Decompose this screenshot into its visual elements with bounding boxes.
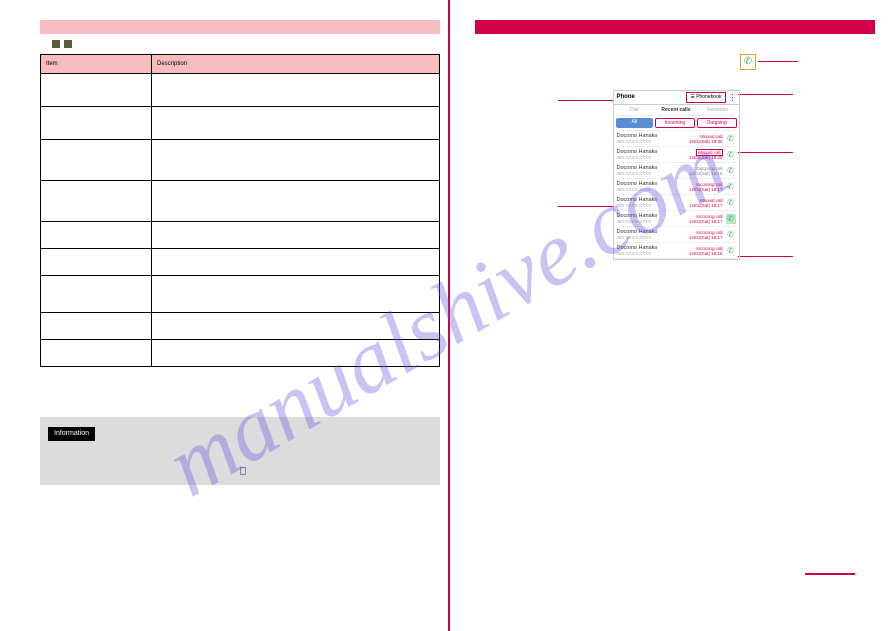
table-cell (152, 313, 440, 340)
table-cell (152, 74, 440, 107)
call-row[interactable]: Docomo Hanako 080-XXXX-XXXX Incoming cal… (614, 243, 739, 259)
table-cell (41, 249, 152, 276)
call-row[interactable]: Docomo Hanako 080-XXXX-XXXX Missed call1… (614, 131, 739, 147)
phone-mock-wrapper: Phone ☰ Phonebook ⋮ Dial Recent calls Fa… (613, 90, 738, 260)
call-number: 080-XXXX-XXXX (617, 251, 689, 256)
tab-recent[interactable]: Recent calls (655, 105, 697, 115)
phone-titlebar: Phone ☰ Phonebook ⋮ (614, 91, 739, 105)
phone-mockup: Phone ☰ Phonebook ⋮ Dial Recent calls Fa… (613, 90, 740, 260)
info-title: Information (48, 427, 95, 441)
table-cell (152, 222, 440, 249)
phonebook-button[interactable]: ☰ Phonebook (686, 92, 725, 103)
call-info: Docomo Hanako 080-XXXX-XXXX (617, 197, 689, 208)
th-desc: Description (152, 55, 440, 74)
table-cell (41, 340, 152, 367)
phone-title: Phone (614, 91, 686, 104)
table-cell (152, 140, 440, 181)
call-info: Docomo Hanako 080-XXXX-XXXX (617, 149, 689, 160)
call-dial-icon[interactable]: ✆ (726, 198, 736, 208)
anno-line (558, 100, 613, 101)
tab-dial[interactable]: Dial (614, 105, 656, 115)
table-cell (41, 222, 152, 249)
filter-incoming[interactable]: Incoming (655, 118, 695, 128)
table-cell (41, 276, 152, 313)
menu-icon[interactable]: ⋮ (727, 91, 739, 104)
tab-favorites[interactable]: Favorites (697, 105, 739, 115)
table-cell (152, 181, 440, 222)
call-info: Docomo Hanako 080-XXXX-XXXX (617, 229, 689, 240)
table-cell (41, 74, 152, 107)
call-info: Docomo Hanako 080-XXXX-XXXX (617, 133, 689, 144)
table-cell (41, 140, 152, 181)
call-row[interactable]: Docomo Hanako 080-XXXX-XXXX Incoming cal… (614, 211, 739, 227)
call-row[interactable]: Docomo Hanako 080-XXXX-XXXX Missed call1… (614, 147, 739, 163)
page-divider (448, 0, 450, 631)
call-info: Docomo Hanako 080-XXXX-XXXX (617, 165, 689, 176)
call-row[interactable]: Docomo Hanako 080-XXXX-XXXX Outgoing cal… (614, 163, 739, 179)
anno-line (738, 94, 793, 95)
info-box: Information (40, 417, 440, 485)
phone-app-icon[interactable]: ✆ (740, 54, 756, 70)
call-meta: Missed call12/01(Sat) 18:25 (689, 150, 726, 160)
call-number: 080-XXXX-XXXX (617, 171, 689, 176)
call-info: Docomo Hanako 080-XXXX-XXXX (617, 245, 689, 256)
settings-table: Item Description (40, 54, 440, 367)
anno-line (738, 256, 793, 257)
table-cell (152, 340, 440, 367)
anno-line (558, 206, 613, 207)
call-number: 080-XXXX-XXXX (617, 235, 689, 240)
table-cell (152, 107, 440, 140)
call-dial-icon[interactable]: ✆ (726, 230, 736, 240)
call-meta: Outgoing call12/01(Sat) 18:19 (689, 166, 726, 176)
call-meta: Missed call12/01(Sat) 18:17 (689, 198, 726, 208)
small-icon (240, 467, 246, 475)
filter-all[interactable]: All (616, 118, 654, 128)
call-dial-icon[interactable]: ✆ (726, 246, 736, 256)
call-number: 080-XXXX-XXXX (617, 203, 689, 208)
icon-box-1 (52, 40, 60, 48)
table-cell (152, 249, 440, 276)
icon-box-2 (64, 40, 72, 48)
call-number: 080-XXXX-XXXX (617, 139, 689, 144)
call-meta: Missed call12/01(Sat) 18:30 (689, 134, 726, 144)
call-number: 080-XXXX-XXXX (617, 187, 689, 192)
table-cell (152, 276, 440, 313)
call-row[interactable]: Docomo Hanako 080-XXXX-XXXX Incoming cal… (614, 179, 739, 195)
call-row[interactable]: Docomo Hanako 080-XXXX-XXXX Missed call1… (614, 195, 739, 211)
call-list: Docomo Hanako 080-XXXX-XXXX Missed call1… (614, 131, 739, 259)
th-item: Item (41, 55, 152, 74)
call-dial-icon[interactable]: ✆ (726, 182, 736, 192)
anno-line (738, 152, 793, 153)
table-cell (41, 107, 152, 140)
table-cell (41, 313, 152, 340)
call-number: 080-XXXX-XXXX (617, 155, 689, 160)
call-dial-icon[interactable]: ✆ (726, 214, 736, 224)
right-page: ✆ Phone ☰ Phonebook ⋮ Dial Recent calls … (475, 20, 875, 600)
anno-line (758, 61, 798, 62)
call-meta: Incoming call12/01(Sat) 18:17 (689, 230, 726, 240)
left-header-bar (40, 20, 440, 34)
left-page: Item Description Information (40, 20, 440, 600)
table-cell (41, 181, 152, 222)
call-dial-icon[interactable]: ✆ (726, 134, 736, 144)
call-dial-icon[interactable]: ✆ (726, 150, 736, 160)
filter-row: All Incoming Outgoing (614, 116, 739, 131)
right-header-bar (475, 20, 875, 34)
call-row[interactable]: Docomo Hanako 080-XXXX-XXXX Incoming cal… (614, 227, 739, 243)
call-info: Docomo Hanako 080-XXXX-XXXX (617, 181, 689, 192)
footer-accent (805, 573, 855, 575)
tabs: Dial Recent calls Favorites (614, 105, 739, 116)
call-dial-icon[interactable]: ✆ (726, 166, 736, 176)
call-number: 080-XXXX-XXXX (617, 219, 689, 224)
call-meta: Incoming call12/01(Sat) 18:17 (689, 214, 726, 224)
call-meta: Incoming call12/01(Sat) 18:17 (689, 182, 726, 192)
call-info: Docomo Hanako 080-XXXX-XXXX (617, 213, 689, 224)
call-meta: Incoming call12/01(Sat) 18:16 (689, 246, 726, 256)
filter-outgoing[interactable]: Outgoing (697, 118, 737, 128)
icons-row (52, 40, 440, 50)
